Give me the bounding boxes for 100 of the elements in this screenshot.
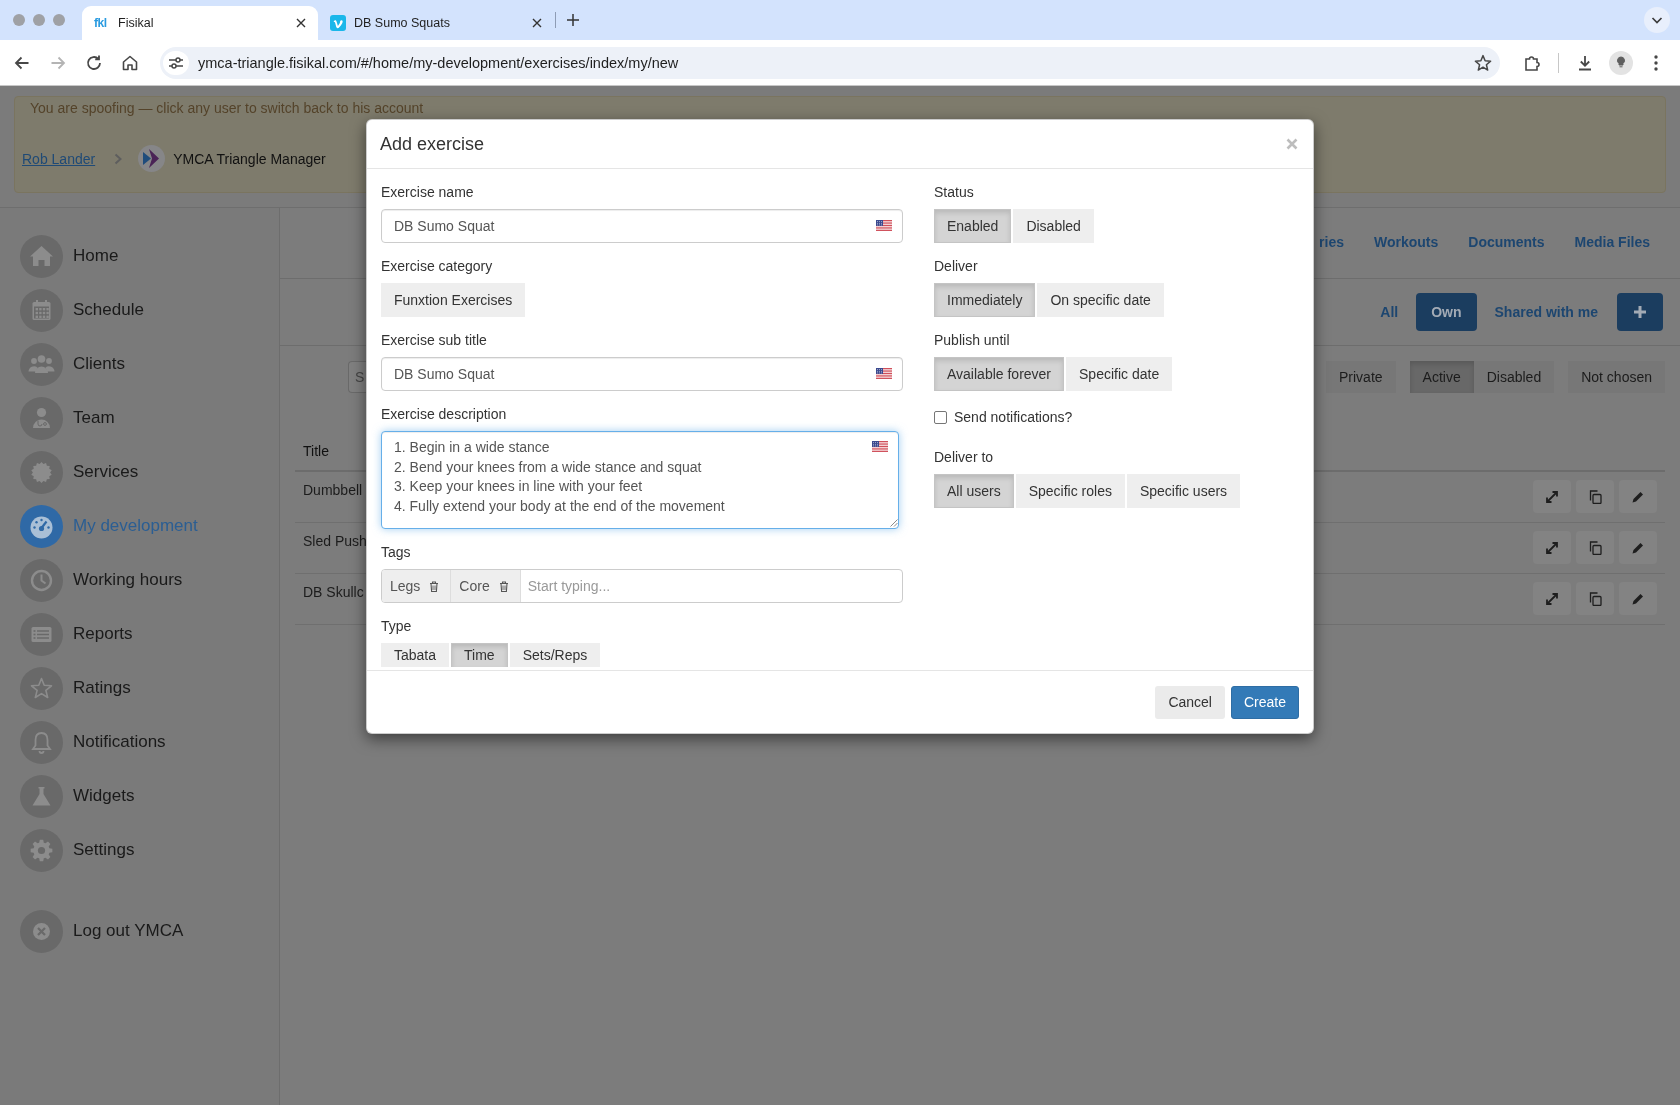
- user-link[interactable]: Rob Lander: [22, 150, 96, 167]
- star-icon[interactable]: [1474, 53, 1492, 72]
- trash-icon[interactable]: [498, 580, 509, 592]
- tune-icon[interactable]: [163, 50, 189, 75]
- expand-button[interactable]: [1533, 480, 1571, 513]
- toggle-button[interactable]: Disabled: [1013, 209, 1094, 243]
- toggle-button[interactable]: On specific date: [1037, 283, 1164, 317]
- sidebar-item[interactable]: Notifications: [0, 715, 172, 769]
- modal-title: Add exercise: [380, 133, 485, 155]
- resize-handle-icon[interactable]: [890, 519, 898, 527]
- home-icon: [20, 234, 63, 278]
- sidebar-item[interactable]: Settings: [0, 823, 141, 877]
- table-cell-text: DB Skullc: [303, 583, 364, 602]
- expand-icon: [1545, 489, 1559, 504]
- pencil-icon: [1631, 489, 1645, 504]
- table-cell-text: Sled Push: [303, 532, 367, 551]
- pencil-icon: [1631, 591, 1645, 606]
- text-field[interactable]: DB Sumo Squat: [381, 209, 903, 243]
- sidebar-item[interactable]: Clients: [0, 337, 131, 391]
- scope-tab[interactable]: Own: [1416, 293, 1477, 331]
- browser-tab[interactable]: fkl Fisikal: [82, 6, 318, 40]
- toggle-button[interactable]: Specific roles: [1015, 474, 1125, 508]
- tag-label: Legs: [390, 578, 421, 594]
- sidebar-item[interactable]: Reports: [0, 607, 139, 661]
- tag-label: Core: [459, 578, 490, 594]
- field-label: Deliver to: [934, 449, 994, 466]
- expand-button[interactable]: [1533, 582, 1571, 615]
- toggle-button[interactable]: Immediately: [934, 283, 1036, 317]
- sidebar-item[interactable]: Widgets: [0, 769, 141, 823]
- filter-button[interactable]: Disabled: [1473, 361, 1555, 393]
- field-label: Status: [934, 184, 974, 201]
- list-icon: [20, 612, 63, 656]
- close-icon[interactable]: [532, 18, 542, 28]
- calendar-icon: [20, 288, 63, 332]
- chevron-down-icon[interactable]: [1644, 7, 1670, 33]
- filter-button[interactable]: Private: [1326, 361, 1396, 393]
- toggle-button[interactable]: All users: [934, 474, 1014, 508]
- table-cell-text: Dumbbell: [303, 481, 363, 500]
- toggle-button[interactable]: Sets/Reps: [509, 643, 601, 667]
- nav-tab[interactable]: Documents: [1468, 223, 1545, 263]
- copy-button[interactable]: [1576, 582, 1614, 615]
- toggle-button[interactable]: Available forever: [934, 357, 1065, 391]
- description-field[interactable]: 1. Begin in a wide stance 2. Bend your knees from a wide stance and squat 3. Keep your knees in line with your feet 4. Fully extend your body at the end of the movement: [381, 431, 899, 529]
- checkbox[interactable]: [934, 411, 947, 424]
- settings-icon: [20, 828, 63, 872]
- logout-link[interactable]: Log out YMCA: [0, 904, 190, 958]
- nav-tab[interactable]: Workouts: [1374, 223, 1439, 263]
- copy-button[interactable]: [1576, 531, 1614, 564]
- sidebar-item[interactable]: Team: [0, 391, 121, 445]
- add-button[interactable]: [1617, 293, 1663, 331]
- field-label: Deliver: [934, 258, 978, 275]
- expand-icon: [1545, 540, 1559, 555]
- field-label: Type: [381, 618, 412, 635]
- browser-tab[interactable]: DB Sumo Squats: [318, 6, 554, 40]
- copy-icon: [1588, 489, 1602, 504]
- sidebar-item[interactable]: Home: [0, 229, 125, 283]
- toggle-button[interactable]: Time: [451, 643, 508, 667]
- text-field[interactable]: DB Sumo Squat: [381, 357, 903, 391]
- scope-tab[interactable]: All: [1365, 293, 1414, 331]
- secondary-button[interactable]: Cancel: [1155, 685, 1225, 719]
- sidebar-item[interactable]: Schedule: [0, 283, 150, 337]
- field-label: Exercise sub title: [381, 332, 487, 349]
- edit-button[interactable]: [1619, 480, 1657, 513]
- seal-icon: [20, 450, 63, 494]
- flag-icon: [876, 220, 892, 231]
- primary-button[interactable]: Create: [1230, 685, 1299, 719]
- edit-button[interactable]: [1619, 531, 1657, 564]
- scope-tab[interactable]: Shared with me: [1479, 293, 1613, 331]
- toggle-button[interactable]: Specific date: [1066, 357, 1173, 391]
- lightbulb-icon[interactable]: [1609, 50, 1633, 75]
- favicon-icon: [330, 15, 346, 31]
- trash-icon[interactable]: [429, 580, 440, 592]
- column-header: Title: [303, 443, 329, 460]
- tag-input[interactable]: Start typing...: [520, 570, 902, 602]
- edit-button[interactable]: [1619, 582, 1657, 615]
- sidebar-item[interactable]: Services: [0, 445, 145, 499]
- filter-button[interactable]: Not chosen: [1568, 361, 1665, 393]
- expand-button[interactable]: [1533, 531, 1571, 564]
- nav-tab[interactable]: ries: [1319, 223, 1344, 263]
- sidebar-item[interactable]: Ratings: [0, 661, 137, 715]
- tags-field[interactable]: Legs Core Start typing...: [381, 569, 903, 603]
- copy-button[interactable]: [1576, 480, 1614, 513]
- category-button[interactable]: Funxtion Exercises: [381, 283, 526, 317]
- toggle-button[interactable]: Tabata: [381, 643, 450, 667]
- copy-icon: [1588, 540, 1602, 555]
- field-label: Exercise category: [381, 258, 493, 275]
- field-label: Exercise description: [381, 406, 507, 423]
- nav-tab[interactable]: Media Files: [1574, 223, 1650, 263]
- flag-icon: [872, 441, 888, 452]
- expand-icon: [1545, 591, 1559, 606]
- account-name: YMCA Triangle Manager: [173, 150, 326, 167]
- filter-button[interactable]: Active: [1409, 361, 1474, 393]
- toggle-button[interactable]: Specific users: [1126, 474, 1241, 508]
- copy-icon: [1588, 591, 1602, 606]
- close-icon[interactable]: [296, 18, 306, 28]
- field-label: Tags: [381, 544, 411, 561]
- toggle-button[interactable]: Enabled: [934, 209, 1012, 243]
- sidebar-item[interactable]: Working hours: [0, 553, 189, 607]
- plus-icon[interactable]: [566, 13, 580, 27]
- address-bar[interactable]: ymca-triangle.fisikal.com/#/home/my-development/exercises/index/my/new: [160, 46, 1500, 79]
